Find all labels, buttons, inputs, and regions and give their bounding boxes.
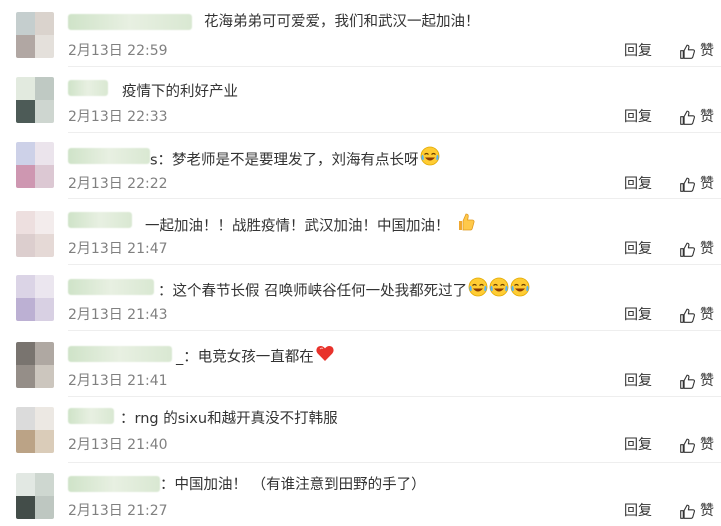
like-label: 赞: [700, 176, 714, 192]
comment-time: 2月13日 22:59: [68, 43, 168, 59]
comment-item: ：这个春节长假 召唤师峡谷任何一处我都死过了 2月13日 21:43 回复 赞: [0, 264, 721, 329]
laugh-cry-icon: [420, 146, 440, 171]
thumbs-up-outline-icon: [680, 438, 695, 453]
like-button[interactable]: 赞: [679, 306, 714, 324]
like-label: 赞: [700, 373, 714, 389]
like-label: 赞: [700, 437, 714, 453]
like-button[interactable]: 赞: [679, 240, 714, 258]
thumbs-up-outline-icon: [680, 374, 695, 389]
like-button[interactable]: 赞: [679, 502, 714, 520]
comment-text: 疫情下的利好产业: [122, 84, 238, 100]
thumbs-up-outline-icon: [680, 110, 695, 125]
comment-item: ：中国加油！ （有谁注意到田野的手了） 2月13日 21:27 回复 赞: [0, 462, 721, 526]
comment-text-content: 一起加油！！战胜疫情！武汉加油！中国加油！: [145, 218, 450, 235]
laugh-cry-icon: [489, 277, 509, 302]
comment-item: 疫情下的利好产业 2月13日 22:33 回复 赞: [0, 66, 721, 131]
comment-list: 花海弟弟可可爱爱，我们和武汉一起加油！ 2月13日 22:59 回复 赞 疫情下…: [0, 0, 721, 526]
avatar[interactable]: [16, 12, 54, 58]
username-blurred[interactable]: [68, 408, 114, 424]
comment-text: 一起加油！！战胜疫情！武汉加油！中国加油！: [145, 212, 476, 239]
comment-time: 2月13日 22:33: [68, 109, 168, 125]
comment-text: ：中国加油！ （有谁注意到田野的手了）: [160, 477, 426, 493]
avatar[interactable]: [16, 142, 54, 188]
like-button[interactable]: 赞: [679, 42, 714, 60]
reply-button[interactable]: 回复: [624, 502, 652, 520]
comment-item: 一起加油！！战胜疫情！武汉加油！中国加油！ 2月13日 21:47 回复 赞: [0, 198, 721, 263]
laugh-cry-icon: [468, 277, 488, 302]
reply-button[interactable]: 回复: [624, 372, 652, 390]
avatar[interactable]: [16, 473, 54, 519]
username-blurred[interactable]: [68, 14, 192, 30]
avatar[interactable]: [16, 407, 54, 453]
username-blurred[interactable]: [68, 80, 108, 96]
reply-button[interactable]: 回复: [624, 108, 652, 126]
comment-time: 2月13日 21:40: [68, 437, 168, 453]
comment-item: _：电竞女孩一直都在 2月13日 21:41 回复 赞: [0, 330, 721, 395]
username-blurred[interactable]: [68, 212, 132, 228]
comment-time: 2月13日 21:43: [68, 307, 168, 323]
username-blurred[interactable]: [68, 476, 160, 492]
comment-item: 花海弟弟可可爱爱，我们和武汉一起加油！ 2月13日 22:59 回复 赞: [0, 0, 721, 65]
laugh-cry-icon: [510, 277, 530, 302]
thumbs-up-outline-icon: [680, 242, 695, 257]
reply-button[interactable]: 回复: [624, 240, 652, 258]
thumbs-up-outline-icon: [680, 308, 695, 323]
like-label: 赞: [700, 109, 714, 125]
comment-text: ：rng 的sixu和越开真没不打韩服: [120, 411, 338, 427]
comment-text-content: ：这个春节长假 召唤师峡谷任何一处我都死过了: [158, 283, 468, 300]
avatar[interactable]: [16, 211, 54, 257]
comment-item: ：rng 的sixu和越开真没不打韩服 2月13日 21:40 回复 赞: [0, 396, 721, 461]
reply-button[interactable]: 回复: [624, 436, 652, 454]
avatar[interactable]: [16, 275, 54, 321]
username-blurred[interactable]: [68, 279, 154, 295]
comment-text: _：电竞女孩一直都在: [176, 345, 335, 370]
heart-icon: [315, 343, 335, 368]
like-button[interactable]: 赞: [679, 108, 714, 126]
comment-item: s：梦老师是不是要理发了，刘海有点长呀 2月13日 22:22 回复 赞: [0, 132, 721, 197]
like-button[interactable]: 赞: [679, 175, 714, 193]
like-button[interactable]: 赞: [679, 372, 714, 390]
avatar[interactable]: [16, 342, 54, 388]
thumbs-up-outline-icon: [680, 177, 695, 192]
comment-text: s：梦老师是不是要理发了，刘海有点长呀: [150, 146, 440, 173]
thumbs-up-outline-icon: [680, 44, 695, 59]
reply-button[interactable]: 回复: [624, 175, 652, 193]
comment-time: 2月13日 22:22: [68, 176, 168, 192]
reply-button[interactable]: 回复: [624, 306, 652, 324]
thumbs-up-icon: [456, 212, 476, 237]
like-label: 赞: [700, 43, 714, 59]
username-blurred[interactable]: [68, 346, 172, 362]
like-label: 赞: [700, 307, 714, 323]
comment-text-content: _：电竞女孩一直都在: [176, 349, 314, 366]
like-label: 赞: [700, 241, 714, 257]
comment-text: 花海弟弟可可爱爱，我们和武汉一起加油！: [204, 14, 480, 30]
thumbs-up-outline-icon: [680, 504, 695, 519]
like-label: 赞: [700, 503, 714, 519]
username-blurred[interactable]: [68, 148, 150, 164]
avatar[interactable]: [16, 77, 54, 123]
reply-button[interactable]: 回复: [624, 42, 652, 60]
like-button[interactable]: 赞: [679, 436, 714, 454]
comment-text-content: s：梦老师是不是要理发了，刘海有点长呀: [150, 152, 419, 169]
comment-time: 2月13日 21:41: [68, 373, 168, 389]
comment-text: ：这个春节长假 召唤师峡谷任何一处我都死过了: [158, 277, 530, 304]
comment-time: 2月13日 21:47: [68, 241, 168, 257]
comment-time: 2月13日 21:27: [68, 503, 168, 519]
